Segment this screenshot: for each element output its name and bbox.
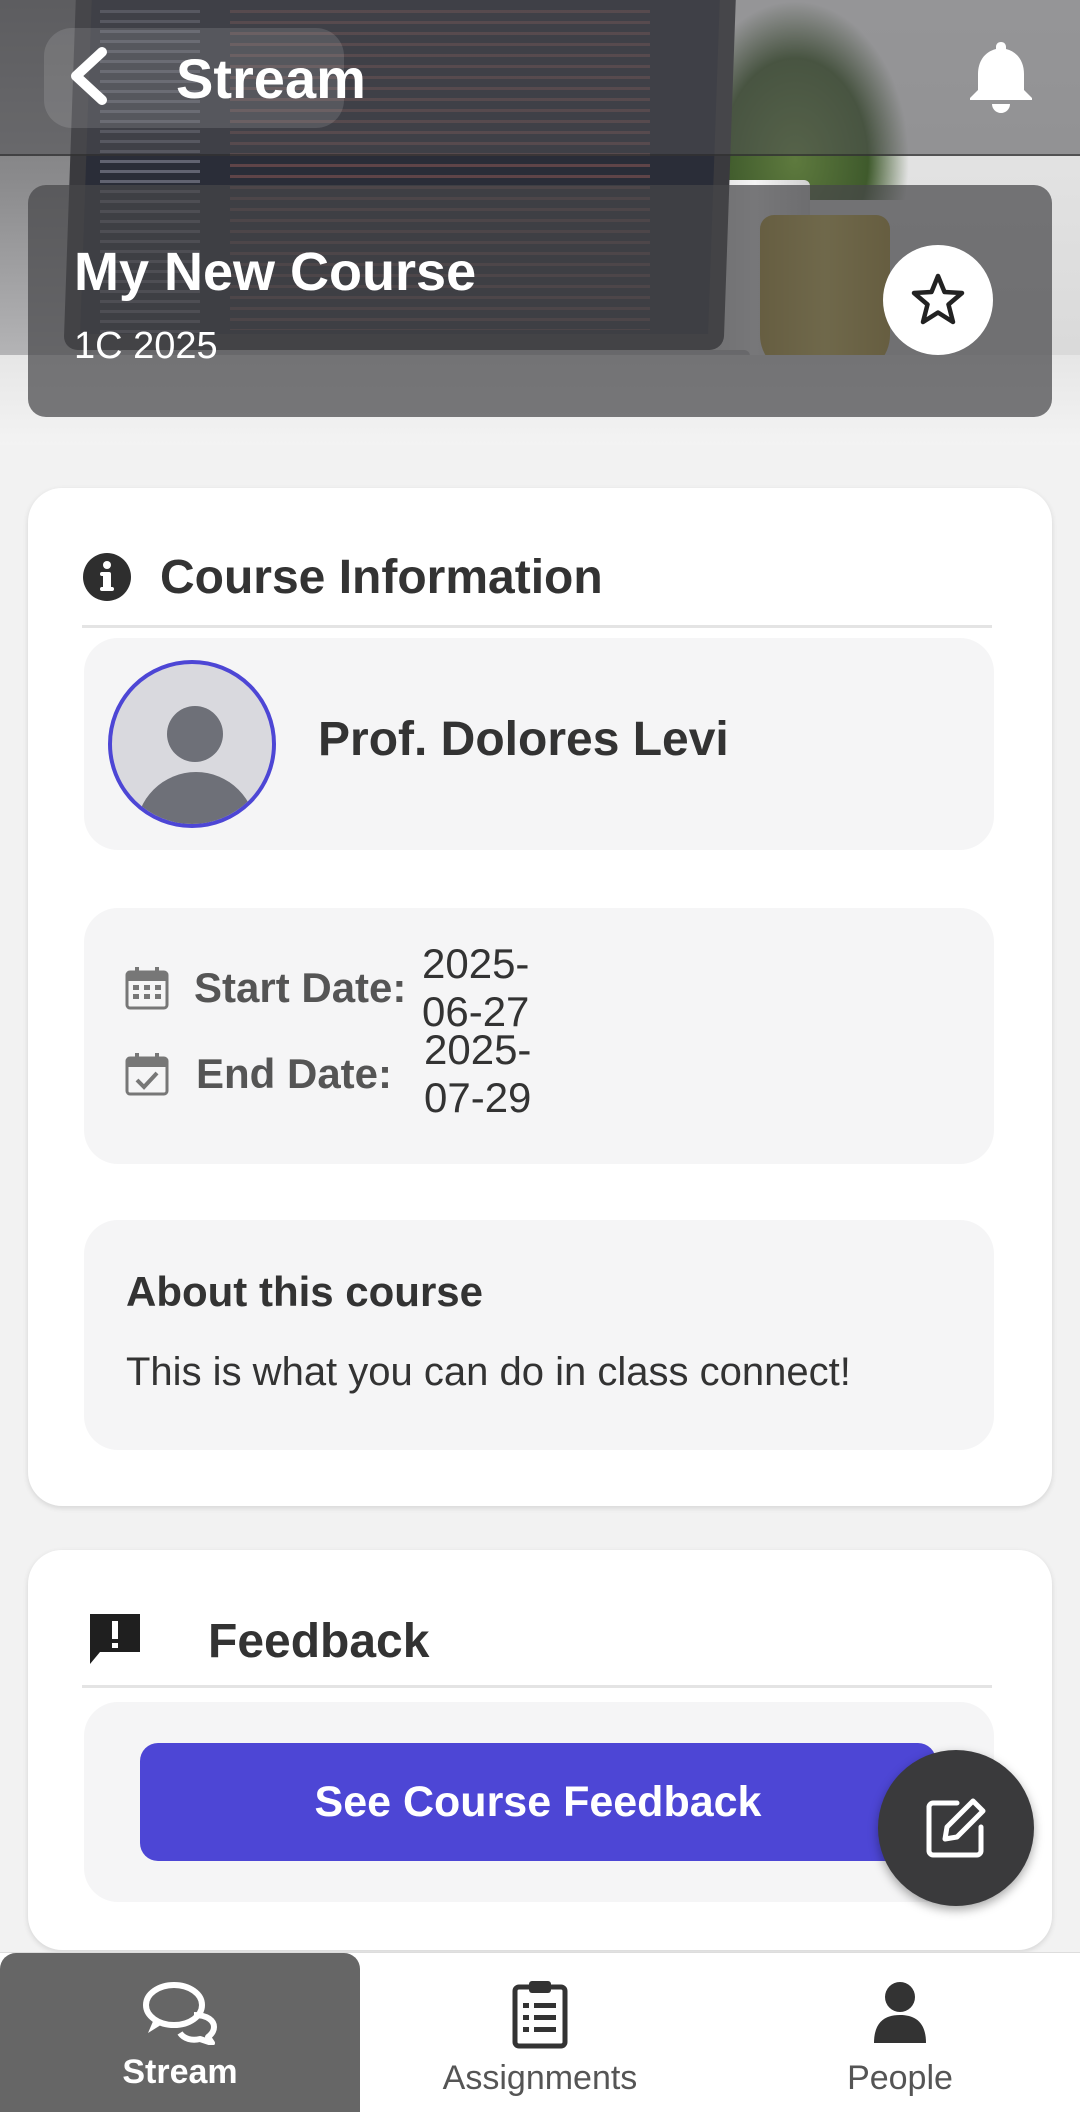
start-date-label: Start Date: xyxy=(194,964,407,1011)
course-title: My New Course xyxy=(74,242,477,302)
section-title: Feedback xyxy=(208,1615,430,1668)
nav-tab-people[interactable]: People xyxy=(720,1953,1080,2112)
bottom-navigation: Stream Assignments People xyxy=(0,1952,1080,2112)
end-date-row: End Date: 2025-07-29 xyxy=(124,1026,531,1121)
course-information-header: Course Information xyxy=(82,488,992,628)
feedback-box: See Course Feedback xyxy=(84,1702,994,1902)
dates-box: Start Date: 2025-06-27 End Date: 2025-07… xyxy=(84,908,994,1164)
avatar xyxy=(108,660,276,828)
start-date-row: Start Date: 2025-06-27 xyxy=(124,940,529,1035)
clipboard-list-icon xyxy=(512,1981,568,2049)
calendar-icon xyxy=(125,967,169,1010)
section-title: Course Information xyxy=(160,551,603,604)
nav-label: Stream xyxy=(122,2053,238,2091)
favorite-button[interactable] xyxy=(883,245,993,355)
person-icon xyxy=(874,1982,926,2043)
bell-icon[interactable] xyxy=(966,38,1036,114)
feedback-card: Feedback See Course Feedback xyxy=(28,1550,1052,1950)
info-circle-icon xyxy=(83,553,131,601)
feedback-header: Feedback xyxy=(82,1550,992,1688)
about-text: This is what you can do in class connect… xyxy=(126,1350,851,1394)
end-date-label: End Date: xyxy=(196,1050,393,1097)
nav-tab-stream[interactable]: Stream xyxy=(0,1953,360,2112)
star-outline-icon xyxy=(911,273,965,325)
nav-label: People xyxy=(847,2059,953,2097)
course-banner-image: Stream My New Course 1C 2025 xyxy=(0,0,1080,445)
professor-name: Prof. Dolores Levi xyxy=(318,713,729,766)
start-date-value: 2025-06-27 xyxy=(422,940,530,1035)
feedback-alert-icon xyxy=(90,1614,140,1664)
calendar-check-icon xyxy=(125,1053,169,1096)
about-title: About this course xyxy=(126,1268,484,1315)
course-information-card: Course Information Prof. Dolores Levi St… xyxy=(28,488,1052,1506)
edit-fab-button[interactable] xyxy=(878,1750,1034,1906)
chat-bubbles-icon xyxy=(143,1982,217,2045)
page-title: Stream xyxy=(176,47,366,110)
course-term: 1C 2025 xyxy=(74,325,218,367)
nav-tab-assignments[interactable]: Assignments xyxy=(360,1953,720,2112)
chevron-left-icon[interactable] xyxy=(64,46,112,106)
about-box: About this course This is what you can d… xyxy=(84,1220,994,1450)
end-date-value: 2025-07-29 xyxy=(424,1026,532,1121)
see-course-feedback-button[interactable]: See Course Feedback xyxy=(140,1743,936,1861)
top-app-bar: Stream xyxy=(0,0,1080,156)
course-header-card: My New Course 1C 2025 xyxy=(28,185,1052,417)
edit-icon xyxy=(926,1798,986,1858)
nav-label: Assignments xyxy=(442,2059,638,2097)
professor-box: Prof. Dolores Levi xyxy=(84,638,994,850)
